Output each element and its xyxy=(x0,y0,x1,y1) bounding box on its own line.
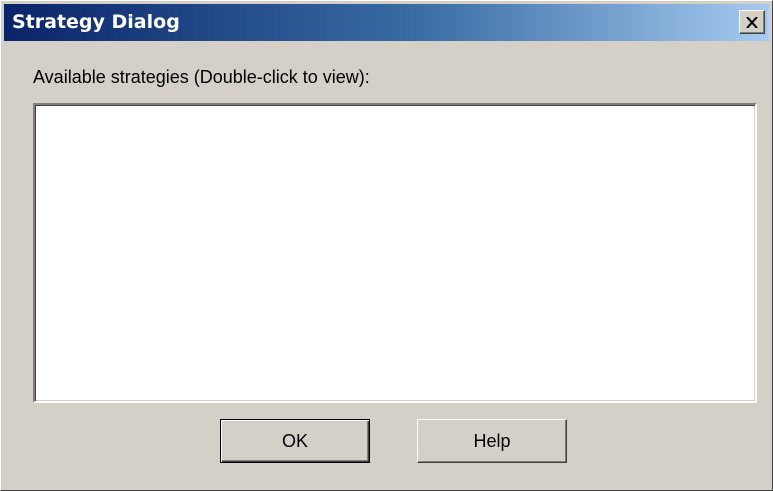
dialog-title: Strategy Dialog xyxy=(12,11,180,33)
strategy-dialog: Strategy Dialog Available strategies (Do… xyxy=(0,0,773,491)
close-button[interactable] xyxy=(739,10,765,34)
available-strategies-label: Available strategies (Double-click to vi… xyxy=(33,67,370,87)
title-bar[interactable]: Strategy Dialog xyxy=(4,4,769,41)
help-button[interactable]: Help xyxy=(417,419,567,463)
strategies-listbox[interactable] xyxy=(33,103,757,403)
ok-button-label: OK xyxy=(281,430,308,451)
close-icon xyxy=(746,16,758,28)
ok-button[interactable]: OK xyxy=(220,419,370,463)
help-button-label: Help xyxy=(473,430,511,451)
